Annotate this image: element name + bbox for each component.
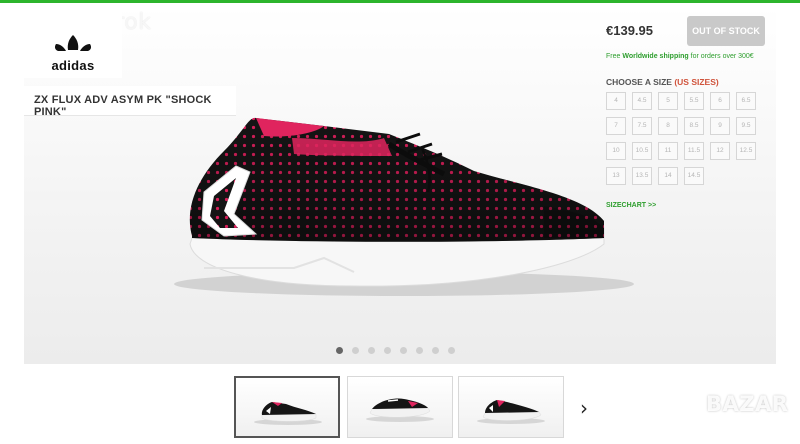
size-option[interactable]: 14 (658, 167, 678, 185)
size-option[interactable]: 13 (606, 167, 626, 185)
brand-logo-text: adidas (51, 58, 95, 73)
thumbnail-strip: › (0, 376, 800, 438)
size-option[interactable]: 14.5 (684, 167, 704, 185)
chevron-right-icon[interactable]: › (580, 396, 588, 420)
size-option[interactable]: 10 (606, 142, 626, 160)
out-of-stock-button[interactable]: OUT OF STOCK (687, 16, 765, 46)
size-option[interactable]: 10.5 (632, 142, 652, 160)
shipping-info: Free Worldwide shipping for orders over … (606, 52, 766, 61)
size-option[interactable]: 4.5 (632, 92, 652, 110)
size-option[interactable]: 11.5 (684, 142, 704, 160)
size-option[interactable]: 12.5 (736, 142, 756, 160)
thumbnail-3[interactable] (458, 376, 564, 438)
size-option[interactable]: 9.5 (736, 117, 756, 135)
carousel-dot-5[interactable] (400, 347, 407, 354)
size-option[interactable]: 9 (710, 117, 730, 135)
size-option[interactable]: 8 (658, 117, 678, 135)
brand-logo[interactable]: adidas (24, 6, 122, 78)
choose-size-text: CHOOSE A SIZE (606, 77, 675, 87)
sizechart-link[interactable]: SIZECHART >> (606, 202, 656, 209)
size-option[interactable]: 6.5 (736, 92, 756, 110)
thumbnail-1[interactable] (234, 376, 340, 438)
carousel-dot-6[interactable] (416, 347, 423, 354)
size-option[interactable]: 4 (606, 92, 626, 110)
shipping-text-pre: Free (606, 53, 623, 60)
shipping-text-bold: Worldwide shipping (622, 53, 689, 60)
product-title: ZX FLUX ADV ASYM PK "SHOCK PINK" (34, 94, 212, 118)
thumbnail-2[interactable] (347, 376, 453, 438)
size-option[interactable]: 5 (658, 92, 678, 110)
carousel-dots (336, 347, 455, 354)
carousel-dot-3[interactable] (368, 347, 375, 354)
shipping-text-post: for orders over 300€ (688, 53, 754, 60)
size-option[interactable]: 7.5 (632, 117, 652, 135)
carousel-dot-8[interactable] (448, 347, 455, 354)
purchase-panel: €139.95 OUT OF STOCK Free Worldwide ship… (600, 6, 776, 216)
corner-watermark: BAZAR (706, 392, 789, 416)
size-option[interactable]: 5.5 (684, 92, 704, 110)
product-price: €139.95 (606, 23, 653, 38)
size-option[interactable]: 12 (710, 142, 730, 160)
top-accent-bar (0, 0, 800, 3)
size-unit-label: (US SIZES) (674, 77, 719, 87)
thumbnail-shoe-image (477, 400, 545, 424)
product-title-box: ZX FLUX ADV ASYM PK "SHOCK PINK" (24, 86, 236, 118)
size-option[interactable]: 11 (658, 142, 678, 160)
adidas-trefoil-icon (54, 35, 92, 54)
carousel-dot-2[interactable] (352, 347, 359, 354)
carousel-dot-7[interactable] (432, 347, 439, 354)
thumbnail-shoe-image (254, 402, 322, 425)
carousel-dot-1[interactable] (336, 347, 343, 354)
size-option[interactable]: 13.5 (632, 167, 652, 185)
size-option[interactable]: 6 (710, 92, 730, 110)
thumbnail-shoe-image (366, 398, 434, 422)
size-grid: 4 4.5 5 5.5 6 6.5 7 7.5 8 8.5 9 9.5 10 1… (606, 92, 766, 185)
size-option[interactable]: 7 (606, 117, 626, 135)
choose-size-label: CHOOSE A SIZE (US SIZES) (606, 77, 719, 87)
carousel-dot-4[interactable] (384, 347, 391, 354)
size-option[interactable]: 8.5 (684, 117, 704, 135)
